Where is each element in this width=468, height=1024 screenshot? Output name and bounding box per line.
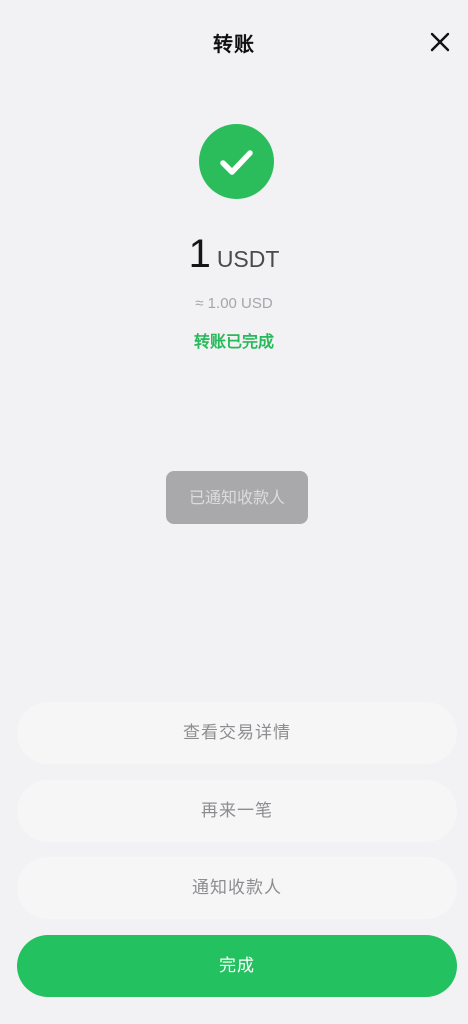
view-transaction-details-button[interactable]: 查看交易详情: [17, 702, 457, 764]
transfer-amount: 1 USDT: [0, 232, 468, 277]
close-icon: [430, 32, 450, 52]
header-bar: 转账: [0, 0, 468, 84]
notified-payee-badge: 已通知收款人: [166, 471, 308, 524]
page-title: 转账: [213, 32, 255, 56]
close-button[interactable]: [422, 24, 458, 60]
fiat-equivalent: ≈ 1.00 USD: [195, 295, 273, 312]
amount-value: 1: [188, 232, 211, 276]
amount-unit: USDT: [216, 246, 280, 272]
success-check-badge: [199, 124, 274, 199]
checkmark-icon: [220, 150, 253, 175]
notify-payee-button[interactable]: 通知收款人: [17, 857, 457, 919]
transfer-again-button[interactable]: 再来一笔: [17, 780, 457, 842]
done-button[interactable]: 完成: [17, 935, 457, 997]
transfer-status: 转账已完成: [193, 332, 274, 351]
